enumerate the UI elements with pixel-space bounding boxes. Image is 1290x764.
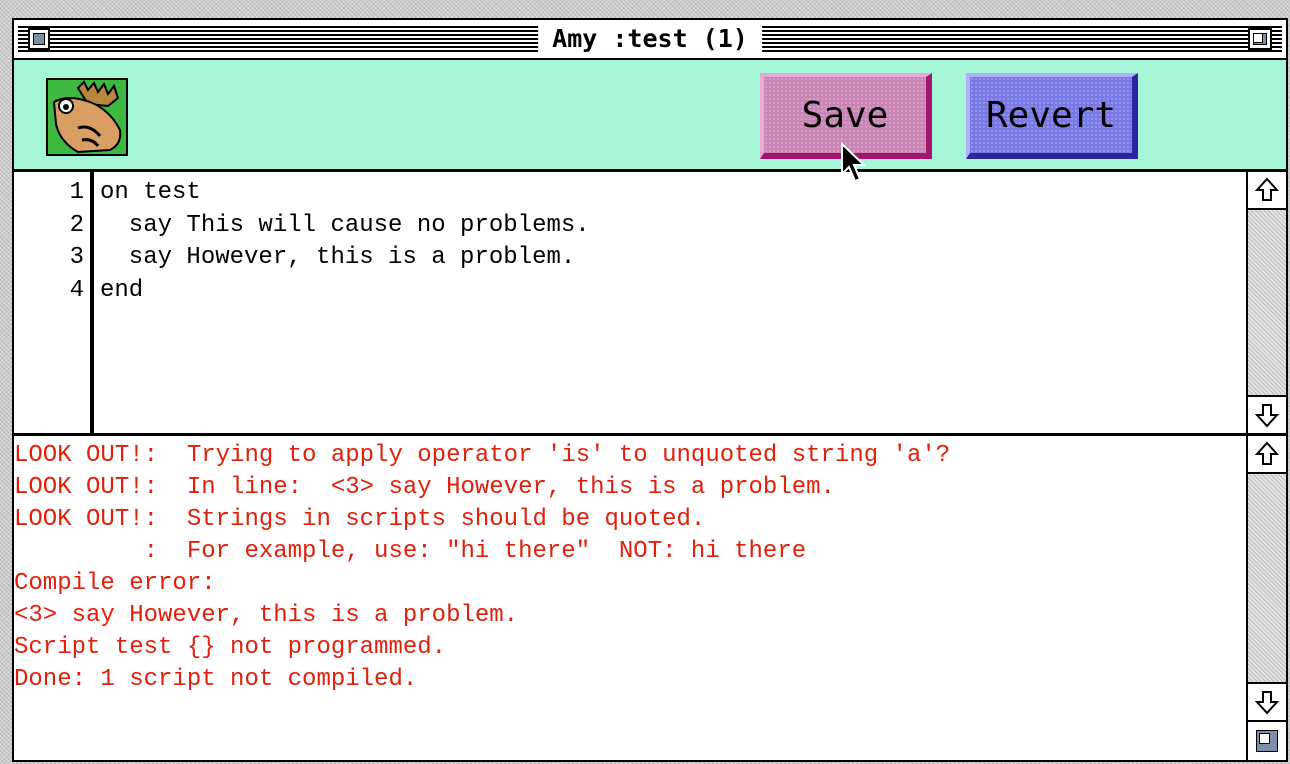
down-arrow-icon[interactable] [1248, 682, 1286, 720]
console-message: <3> say However, this is a problem. [14, 602, 519, 629]
title-bar[interactable]: Amy :test (1) [14, 20, 1286, 60]
up-arrow-icon[interactable] [1248, 436, 1286, 474]
window-title: Amy :test (1) [538, 22, 762, 56]
message-console: LOOK OUT!: Trying to apply operator 'is'… [14, 436, 1286, 760]
line-number-gutter: 1 2 3 4 [14, 172, 94, 433]
zoom-box-icon[interactable] [1248, 28, 1272, 50]
console-text: LOOK OUT!: Trying to apply operator 'is'… [14, 440, 1244, 696]
up-arrow-icon[interactable] [1248, 172, 1286, 210]
code-line[interactable]: end [100, 275, 1244, 308]
console-message: LOOK OUT!: In line: <3> say However, thi… [14, 474, 835, 501]
code-line[interactable]: say This will cause no problems. [100, 210, 1244, 243]
moose-icon [46, 78, 128, 156]
line-number: 1 [69, 179, 84, 206]
code-text-area[interactable]: on test say This will cause no problems.… [100, 172, 1244, 433]
console-message: Done: 1 script not compiled. [14, 666, 418, 693]
grow-box-icon[interactable] [1246, 720, 1286, 760]
console-message: LOOK OUT!: Trying to apply operator 'is'… [14, 442, 951, 469]
console-message: Script test {} not programmed. [14, 634, 447, 661]
grow-box-glyph [1256, 730, 1278, 752]
line-number: 2 [69, 211, 84, 239]
console-message: LOOK OUT!: Strings in scripts should be … [14, 506, 706, 533]
editor-scrollbar[interactable] [1246, 172, 1286, 433]
toolbar: Save Revert [14, 60, 1286, 172]
revert-button[interactable]: Revert [966, 73, 1138, 159]
code-line[interactable]: on test [100, 177, 1244, 210]
code-line[interactable]: say However, this is a problem. [100, 242, 1244, 275]
script-editor-window: Amy :test (1) Save Revert 1 2 3 4 on tes… [12, 18, 1288, 762]
line-number: 4 [69, 276, 84, 304]
line-number: 3 [69, 244, 84, 271]
console-message: : For example, use: "hi there" NOT: hi t… [14, 538, 807, 565]
close-box-icon[interactable] [28, 28, 50, 50]
script-editor[interactable]: 1 2 3 4 on test say This will cause no p… [14, 172, 1286, 436]
console-scrollbar[interactable] [1246, 436, 1286, 720]
arrow-cursor-icon [841, 142, 867, 183]
down-arrow-icon[interactable] [1248, 395, 1286, 433]
console-message: Compile error: [14, 570, 216, 597]
